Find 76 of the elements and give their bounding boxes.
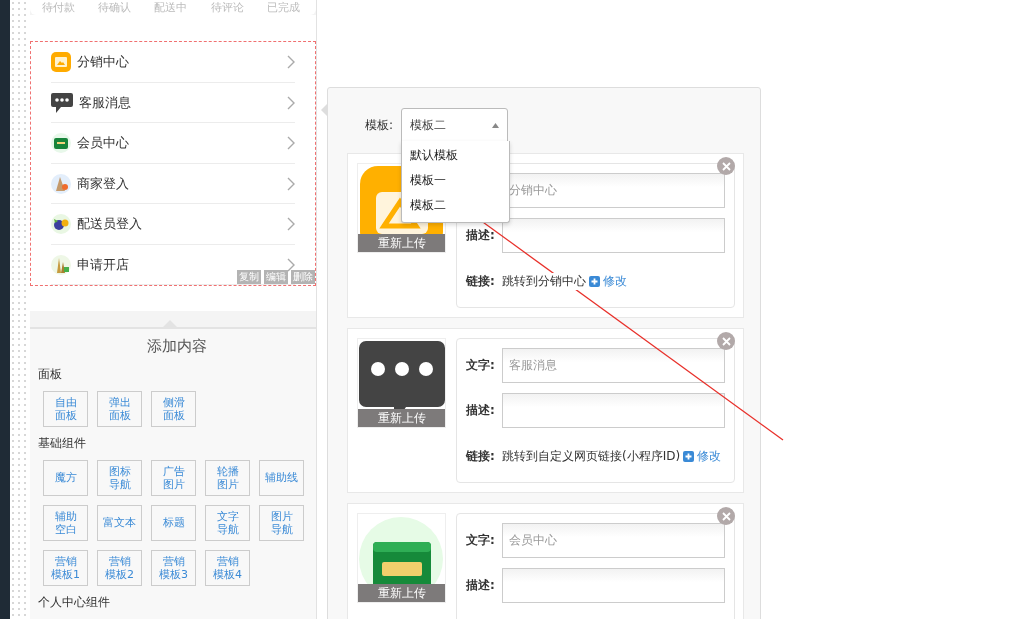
close-button[interactable] — [717, 157, 735, 175]
chevron-right-icon — [287, 95, 295, 110]
order-tab[interactable]: 待付款 — [41, 1, 75, 14]
link-target-text: 跳转到分销中心 — [502, 273, 586, 290]
field-label: 链接: — [466, 273, 496, 290]
component-button[interactable]: 广告 图片 — [151, 460, 196, 496]
block-action-button[interactable]: 编辑 — [264, 270, 288, 285]
order-tab[interactable]: 待确认 — [98, 1, 132, 14]
component-button[interactable]: 辅助线 — [259, 460, 304, 496]
component-button[interactable]: 营销 模板2 — [97, 550, 142, 586]
template-label: 模板: — [365, 116, 394, 134]
picture-frame-icon — [51, 52, 71, 73]
component-button[interactable]: 轮播 图片 — [205, 460, 250, 496]
template-select[interactable]: 模板二 — [401, 108, 509, 142]
component-button[interactable]: 魔方 — [43, 460, 88, 496]
section-title: 个人中心组件 — [38, 594, 111, 611]
section-title: 基础组件 — [38, 435, 87, 452]
order-tab[interactable]: 待评论 — [210, 1, 244, 14]
close-icon — [721, 161, 731, 171]
dropdown-option[interactable]: 模板二 — [402, 193, 510, 218]
edit-link[interactable]: 修改 — [683, 448, 722, 465]
plus-icon — [589, 276, 600, 287]
block-action-button[interactable]: 删除 — [291, 270, 315, 285]
order-tab[interactable]: 配送中 — [154, 1, 188, 14]
reupload-button[interactable]: 重新上传 — [358, 584, 445, 602]
component-button[interactable]: 营销 模板3 — [151, 550, 196, 586]
reupload-button[interactable]: 重新上传 — [358, 234, 445, 252]
menu-item-label[interactable]: 客服消息 — [79, 93, 281, 112]
edit-link[interactable]: 修改 — [589, 273, 627, 290]
component-button[interactable]: 弹出 面板 — [97, 391, 142, 427]
plant-icon — [51, 254, 71, 275]
block-action-button[interactable]: 复制 — [237, 270, 261, 285]
order-tab[interactable]: 已完成 — [267, 1, 301, 14]
component-button[interactable]: 标题 — [151, 505, 196, 541]
component-button[interactable]: 营销 模板4 — [205, 550, 250, 586]
component-button[interactable]: 图标 导航 — [97, 460, 142, 496]
close-icon — [721, 511, 731, 521]
text-input[interactable]: 会员中心 — [502, 523, 725, 558]
menu-item-label[interactable]: 配送员登入 — [77, 215, 281, 234]
field-label: 描述: — [466, 402, 496, 419]
chevron-right-icon — [287, 217, 295, 232]
panel-title: 添加内容 — [146, 337, 208, 356]
component-button[interactable]: 文字 导航 — [205, 505, 250, 541]
component-button[interactable]: 辅助 空白 — [43, 505, 88, 541]
reupload-button[interactable]: 重新上传 — [358, 409, 445, 427]
fruit-icon — [51, 214, 71, 235]
component-button[interactable]: 侧滑 面板 — [151, 391, 196, 427]
text-input[interactable]: 客服消息 — [502, 348, 725, 383]
field-label: 文字: — [466, 532, 496, 549]
close-button[interactable] — [717, 332, 735, 350]
field-label: 描述: — [466, 227, 496, 244]
dropdown-option[interactable]: 模板一 — [402, 168, 510, 193]
caret-up-icon — [492, 122, 500, 128]
plus-icon — [683, 451, 695, 462]
close-button[interactable] — [717, 507, 735, 525]
field-label: 链接: — [466, 448, 496, 465]
component-button[interactable]: 自由 面板 — [43, 391, 88, 427]
dropdown-option[interactable]: 默认模板 — [402, 143, 510, 168]
link-target-text: 跳转到自定义网页链接(小程序ID) — [502, 448, 681, 465]
menu-item-label[interactable]: 商家登入 — [77, 174, 281, 193]
close-icon — [721, 336, 731, 346]
menu-item-label[interactable]: 会员中心 — [77, 134, 281, 153]
chevron-right-icon — [287, 55, 295, 70]
component-button[interactable]: 营销 模板1 — [43, 550, 88, 586]
chat-bubble-icon — [51, 91, 73, 114]
chevron-right-icon — [287, 176, 295, 191]
menu-item-label[interactable]: 分销中心 — [77, 53, 281, 72]
field-label: 描述: — [466, 577, 496, 594]
section-title: 面板 — [38, 366, 63, 383]
component-button[interactable]: 图片 导航 — [259, 505, 304, 541]
component-button[interactable]: 富文本 — [97, 505, 142, 541]
description-input[interactable] — [502, 218, 725, 253]
description-input[interactable] — [502, 568, 725, 603]
chevron-right-icon — [287, 136, 295, 151]
field-label: 文字: — [466, 357, 496, 374]
description-input[interactable] — [502, 393, 725, 428]
